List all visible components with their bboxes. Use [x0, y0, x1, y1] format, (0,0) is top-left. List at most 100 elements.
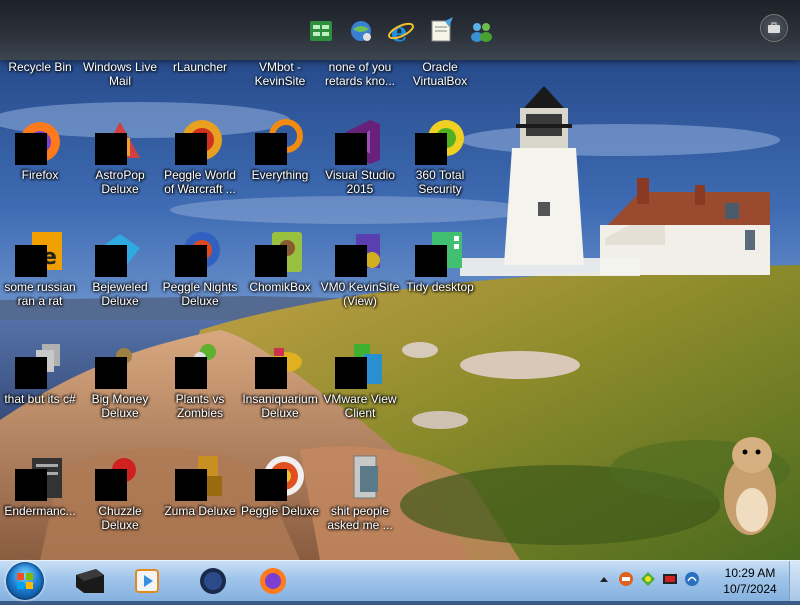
icon-label: shit people asked me ...: [327, 504, 393, 532]
redaction-box: [255, 245, 287, 277]
dock-icon-group: e: [304, 14, 498, 48]
notes-icon[interactable]: [424, 14, 458, 48]
desktop-icon-firefox[interactable]: Firefox: [0, 118, 80, 182]
desktop-icon-chuzzle[interactable]: Chuzzle Deluxe: [80, 454, 160, 532]
icon-label: Insaniquarium Deluxe: [242, 392, 318, 420]
icon-label: ChomikBox: [249, 280, 311, 294]
system-tray: [596, 571, 700, 587]
desktop-icon-endermanch[interactable]: Endermanc...: [0, 454, 80, 518]
redaction-box: [15, 469, 47, 501]
media-player-icon[interactable]: [122, 563, 172, 599]
green-diamond-icon[interactable]: [640, 571, 656, 587]
globe-network-icon[interactable]: [344, 14, 378, 48]
redaction-box: [175, 469, 207, 501]
redaction-box: [95, 357, 127, 389]
peggle-deluxe-icon: [255, 454, 304, 502]
redaction-box: [335, 357, 367, 389]
icon-label: 360 Total Security: [415, 168, 465, 196]
briefcase-icon[interactable]: [760, 14, 788, 42]
desktop-icon-vmware-view[interactable]: VMware View Client: [320, 342, 400, 420]
redaction-box: [255, 469, 287, 501]
red-monitor-icon[interactable]: [662, 571, 678, 587]
icon-label: Visual Studio 2015: [325, 168, 395, 196]
users-icon[interactable]: [464, 14, 498, 48]
desktop-icon-that-but-csharp[interactable]: that but its c#: [0, 342, 80, 406]
network-icon[interactable]: [684, 571, 700, 587]
redaction-box: [175, 133, 207, 165]
redaction-box: [415, 133, 447, 165]
tidy-desktop-icon: [415, 230, 464, 278]
icon-label: Firefox: [21, 168, 59, 182]
desktop-icon-astropop[interactable]: AstroPop Deluxe: [80, 118, 160, 196]
terminal-icon: [15, 454, 64, 502]
desktop-icon-everything[interactable]: Everything: [240, 118, 320, 182]
desktop-icon-peggle-nights[interactable]: Peggle Nights Deluxe: [160, 230, 240, 308]
clock-time: 10:29 AM: [724, 566, 776, 580]
redaction-box: [15, 357, 47, 389]
desktop-icon-visual-studio[interactable]: Visual Studio 2015: [320, 118, 400, 196]
desktop-icon-zuma[interactable]: Zuma Deluxe: [160, 454, 240, 518]
desktop-icon-peggle-wow[interactable]: Peggle World of Warcraft ...: [160, 118, 240, 196]
desktop-icon-chomikbox[interactable]: ChomikBox: [240, 230, 320, 294]
windows-start-orb-icon[interactable]: [6, 562, 44, 600]
icon-label: some russian ran a rat: [4, 280, 76, 308]
desktop-icon-360-security[interactable]: 360 Total Security: [400, 118, 480, 196]
dark-globe-icon[interactable]: [188, 563, 238, 599]
zuma-icon: [175, 454, 224, 502]
redaction-box: [255, 357, 287, 389]
icon-label: Plants vs Zombies: [175, 392, 225, 420]
icon-label: Everything: [251, 168, 309, 182]
script-file-icon: e: [15, 230, 64, 278]
360-security-icon: [415, 118, 464, 166]
clock-date: 10/7/2024: [723, 582, 777, 596]
redaction-box: [415, 245, 447, 277]
redaction-box: [175, 357, 207, 389]
icon-label: Endermanc...: [4, 504, 76, 518]
desktop-icon-plants-vs-zombies[interactable]: Plants vs Zombies: [160, 342, 240, 420]
chomikbox-icon: [255, 230, 304, 278]
icon-label: VM0 KevinSite (View): [320, 280, 400, 308]
redaction-box: [255, 133, 287, 165]
internet-explorer-icon[interactable]: e: [384, 14, 418, 48]
desktop-icon-shit-people-asked[interactable]: shit people asked me ...: [320, 454, 400, 532]
desktop-icon-vm0-kevinsite[interactable]: VM0 KevinSite (View): [320, 230, 400, 308]
big-money-icon: [95, 342, 144, 390]
desktop-icon-russian-rat[interactable]: e some russian ran a rat: [0, 230, 80, 308]
icon-label: Peggle World of Warcraft ...: [164, 168, 236, 196]
folder-icon: [336, 454, 384, 502]
redaction-box: [335, 245, 367, 277]
chevron-up-icon[interactable]: [596, 571, 612, 587]
icon-label: Bejeweled Deluxe: [92, 280, 148, 308]
desktop-icon-big-money[interactable]: Big Money Deluxe: [80, 342, 160, 420]
show-desktop-button[interactable]: [789, 561, 800, 601]
astropop-icon: [95, 118, 144, 166]
desktop-icon-insaniquarium[interactable]: Insaniquarium Deluxe: [240, 342, 320, 420]
everything-icon: [255, 118, 304, 166]
desktop-icon-tidy-desktop[interactable]: Tidy desktop: [400, 230, 480, 294]
vm-view-icon: [335, 230, 384, 278]
insaniquarium-icon: [255, 342, 304, 390]
icon-label: Tidy desktop: [406, 280, 474, 294]
redaction-box: [15, 133, 47, 165]
redaction-box: [335, 133, 367, 165]
redaction-box: [175, 245, 207, 277]
icon-label: Zuma Deluxe: [164, 504, 236, 518]
desktop-label-oracle-virtualbox[interactable]: Oracle VirtualBox: [392, 60, 488, 88]
spreadsheet-icon[interactable]: [304, 14, 338, 48]
redaction-box: [95, 469, 127, 501]
system-clock[interactable]: 10:29 AM 10/7/2024: [712, 565, 788, 597]
firefox-icon: [15, 118, 64, 166]
desktop-icon-bejeweled[interactable]: Bejeweled Deluxe: [80, 230, 160, 308]
bejeweled-icon: [95, 230, 144, 278]
firefox-taskbar-icon[interactable]: [248, 563, 298, 599]
black-box-app-icon[interactable]: [64, 563, 114, 599]
icon-label: that but its c#: [4, 392, 76, 406]
copy-files-icon: [15, 342, 64, 390]
icon-label: VMware View Client: [323, 392, 397, 420]
orange-app-icon[interactable]: [618, 571, 634, 587]
vmware-view-icon: [335, 342, 384, 390]
peggle-nights-icon: [175, 230, 224, 278]
desktop-icon-peggle-deluxe[interactable]: Peggle Deluxe: [240, 454, 320, 518]
chuzzle-icon: [95, 454, 144, 502]
icon-label: Chuzzle Deluxe: [98, 504, 142, 532]
